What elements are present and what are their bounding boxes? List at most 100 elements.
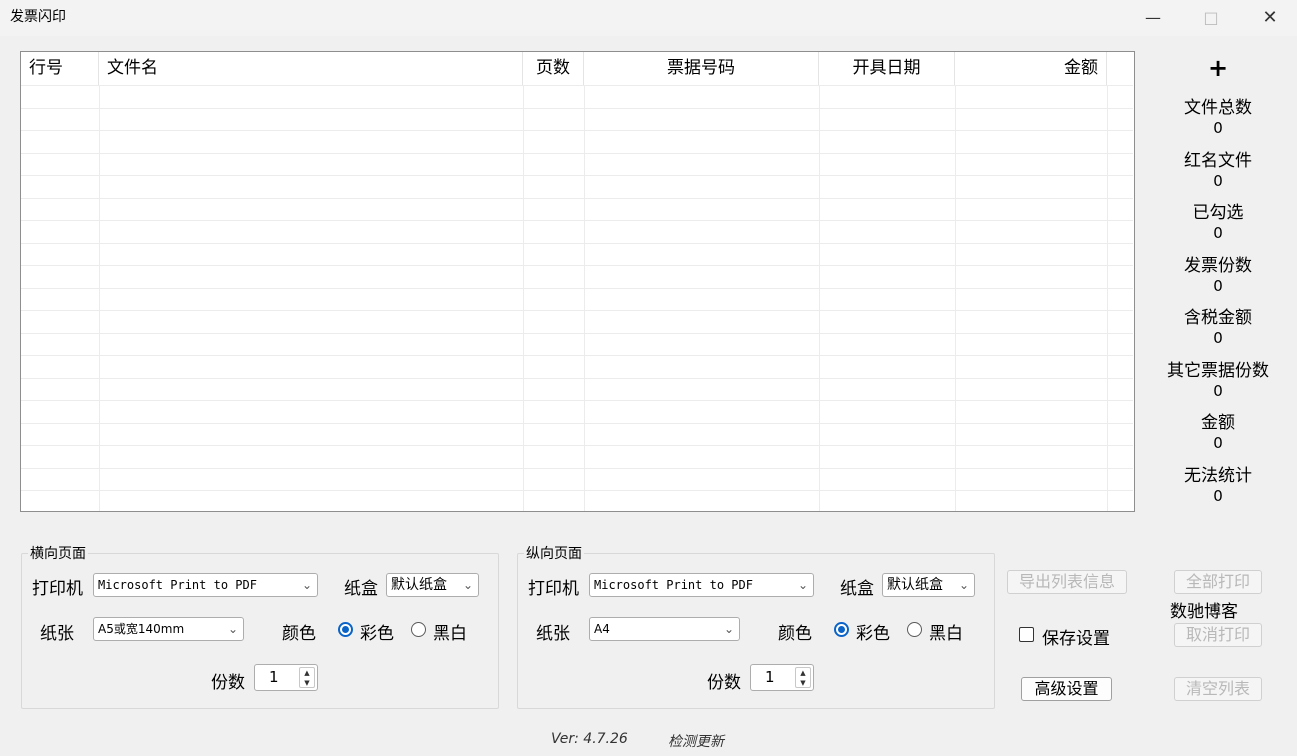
table-row xyxy=(21,377,1133,379)
title-bar: 发票闪印 — □ ✕ xyxy=(0,0,1297,36)
landscape-color-radio[interactable] xyxy=(338,622,353,637)
stat-value: 0 xyxy=(1213,276,1223,295)
column-header-pages[interactable]: 页数 xyxy=(523,52,584,85)
table-column-divider xyxy=(99,85,100,511)
maximize-icon[interactable]: □ xyxy=(1188,0,1234,34)
column-header-issue-date[interactable]: 开具日期 xyxy=(819,52,955,85)
brand-text: 数驰博客 xyxy=(1170,602,1238,622)
landscape-copies-stepper[interactable]: 1 ▲ ▼ xyxy=(254,664,318,691)
landscape-bw-radio[interactable] xyxy=(411,622,426,637)
table-column-divider xyxy=(819,85,820,511)
table-row xyxy=(21,467,1133,469)
table-row xyxy=(21,310,1133,311)
stat-item: 已勾选 0 xyxy=(1150,202,1286,242)
portrait-printer-select[interactable]: Microsoft Print to PDF ⌄ xyxy=(589,573,814,597)
stat-item: 文件总数 0 xyxy=(1150,97,1286,137)
chevron-down-icon: ⌄ xyxy=(227,622,238,636)
table-row xyxy=(21,197,1133,199)
table-column-divider xyxy=(1107,85,1108,511)
stat-item: 金额 0 xyxy=(1150,412,1286,452)
stat-value: 0 xyxy=(1213,119,1223,137)
table-row xyxy=(21,175,1133,176)
portrait-color-radio[interactable] xyxy=(834,622,849,637)
table-column-divider xyxy=(584,85,585,511)
portrait-paper-select[interactable]: A4 ⌄ xyxy=(589,617,740,641)
column-header-filename[interactable]: 文件名 xyxy=(99,52,523,85)
portrait-printer-label: 打印机 xyxy=(528,579,579,599)
portrait-printer-value: Microsoft Print to PDF xyxy=(594,578,753,592)
add-file-button[interactable]: + xyxy=(1205,54,1231,82)
stat-label: 含税金额 xyxy=(1184,308,1252,328)
portrait-paper-value: A4 xyxy=(594,622,610,636)
chevron-down-icon: ⌄ xyxy=(723,622,734,636)
landscape-printer-select[interactable]: Microsoft Print to PDF ⌄ xyxy=(93,573,318,597)
close-icon[interactable]: ✕ xyxy=(1247,0,1293,34)
portrait-tray-value: 默认纸盒 xyxy=(887,577,943,593)
chevron-down-icon: ⌄ xyxy=(301,578,312,592)
advanced-settings-button[interactable]: 高级设置 xyxy=(1021,677,1112,701)
landscape-color-option[interactable]: 彩色 xyxy=(360,619,394,644)
portrait-copies-value: 1 xyxy=(765,668,775,686)
stat-value: 0 xyxy=(1213,171,1223,190)
column-header-row-number[interactable]: 行号 xyxy=(21,52,99,85)
table-row xyxy=(21,490,1133,491)
landscape-paper-select[interactable]: A5或宽140mm ⌄ xyxy=(93,617,244,641)
stat-item: 无法统计 0 xyxy=(1150,465,1286,505)
column-header-amount[interactable]: 金额 xyxy=(955,52,1107,85)
portrait-tray-select[interactable]: 默认纸盒 ⌄ xyxy=(882,573,975,597)
print-all-button[interactable]: 全部打印 xyxy=(1174,570,1262,594)
portrait-group-title: 纵向页面 xyxy=(524,543,584,563)
stat-value: 0 xyxy=(1213,329,1223,347)
stepper-arrows-icon[interactable]: ▲ ▼ xyxy=(299,667,315,688)
landscape-printer-value: Microsoft Print to PDF xyxy=(98,578,257,592)
window-title: 发票闪印 xyxy=(10,9,66,25)
minimize-icon[interactable]: — xyxy=(1130,0,1176,34)
version-text: Ver: 4.7.26 xyxy=(551,731,628,747)
table-row xyxy=(21,242,1133,244)
stat-label: 金额 xyxy=(1201,413,1235,433)
stat-item: 其它票据份数 0 xyxy=(1150,360,1286,400)
save-settings-label[interactable]: 保存设置 xyxy=(1042,624,1110,649)
landscape-paper-value: A5或宽140mm xyxy=(98,622,185,636)
table-row xyxy=(21,287,1133,289)
table-header: 行号 文件名 页数 票据号码 开具日期 金额 xyxy=(21,52,1134,85)
cancel-print-button[interactable]: 取消打印 xyxy=(1174,623,1262,647)
stepper-arrows-icon[interactable]: ▲ ▼ xyxy=(795,667,811,688)
table-row xyxy=(21,220,1133,221)
portrait-bw-radio[interactable] xyxy=(907,622,922,637)
check-update-link[interactable]: 检测更新 xyxy=(668,731,724,751)
landscape-copies-value: 1 xyxy=(269,668,279,686)
portrait-copies-label: 份数 xyxy=(707,673,741,693)
table-row xyxy=(21,107,1133,109)
stat-label: 发票份数 xyxy=(1184,255,1252,276)
portrait-bw-option[interactable]: 黑白 xyxy=(929,619,963,644)
stat-label: 无法统计 xyxy=(1184,465,1252,486)
portrait-color-option[interactable]: 彩色 xyxy=(856,619,890,644)
landscape-tray-label: 纸盒 xyxy=(344,579,378,599)
save-settings-checkbox[interactable] xyxy=(1019,627,1034,642)
portrait-copies-stepper[interactable]: 1 ▲ ▼ xyxy=(750,664,814,691)
landscape-tray-value: 默认纸盒 xyxy=(391,577,447,593)
landscape-bw-option[interactable]: 黑白 xyxy=(433,619,467,644)
table-column-divider xyxy=(523,85,524,511)
column-header-invoice-number[interactable]: 票据号码 xyxy=(584,52,819,85)
table-row xyxy=(21,152,1133,154)
stat-label: 已勾选 xyxy=(1192,203,1244,223)
landscape-copies-label: 份数 xyxy=(211,673,245,693)
clear-list-button[interactable]: 清空列表 xyxy=(1174,677,1262,701)
stat-item: 发票份数 0 xyxy=(1150,255,1286,295)
landscape-tray-select[interactable]: 默认纸盒 ⌄ xyxy=(386,573,479,597)
table-row xyxy=(21,265,1133,266)
landscape-color-label: 颜色 xyxy=(282,624,316,644)
export-list-button[interactable]: 导出列表信息 xyxy=(1007,570,1127,594)
table-row xyxy=(21,445,1133,446)
chevron-down-icon: ⌄ xyxy=(958,578,969,592)
stat-label: 其它票据份数 xyxy=(1167,360,1269,381)
file-list-table[interactable]: 行号 文件名 页数 票据号码 开具日期 金额 xyxy=(20,51,1135,512)
stat-item: 红名文件 0 xyxy=(1150,150,1286,190)
table-row xyxy=(21,85,1133,86)
portrait-color-label: 颜色 xyxy=(778,624,812,644)
stat-item: 含税金额 0 xyxy=(1150,307,1286,347)
table-row xyxy=(21,400,1133,401)
portrait-paper-label: 纸张 xyxy=(536,624,570,644)
